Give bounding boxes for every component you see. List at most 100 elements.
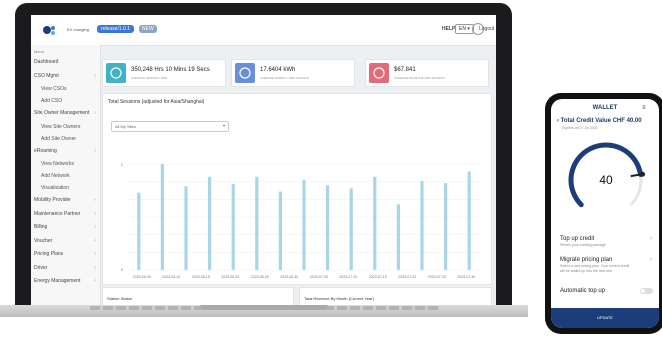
stat-value: $67.841 <box>394 67 416 73</box>
x-tick-label: 2023-06-15 <box>192 275 210 279</box>
automatic-top-up-option[interactable]: Automatic top up <box>560 288 605 294</box>
gauge-knob <box>640 171 646 177</box>
logo-text: EV charging <box>67 27 89 32</box>
dashboard-screen: EV charging release/1.0.1 NEW HELP EN ▾ … <box>31 15 496 307</box>
automatic-top-up-toggle[interactable] <box>640 288 653 294</box>
sidebar-item[interactable]: View CSOs <box>41 86 66 92</box>
chevron-left-icon: ‹ <box>94 210 96 217</box>
session-bar <box>278 191 282 270</box>
session-bar <box>231 184 235 270</box>
sidebar-item[interactable]: Add CSO <box>41 98 62 104</box>
station-status-panel: Station Status <box>102 287 294 307</box>
top-bar: EV charging release/1.0.1 NEW HELP EN ▾ … <box>31 15 496 46</box>
x-tick-label: 2023-07-05 <box>310 275 328 279</box>
phone-frame: WALLET ≡ ‹ Total Credit Value CHF 40.00 … <box>545 93 662 334</box>
sidebar-item[interactable]: Site Owner Management <box>34 110 89 116</box>
sidebar-item[interactable]: Mobility Provider <box>34 197 71 203</box>
new-badge: NEW <box>139 25 157 33</box>
gauge-value: 40 <box>599 173 613 187</box>
credit-title-text: Total Credit Value CHF 40.00 <box>560 118 642 124</box>
stat-label: AVERAGE ENERGY PER SESSION <box>260 76 309 80</box>
session-bar <box>349 188 353 270</box>
top-up-credit-option[interactable]: Top up credit <box>560 236 594 242</box>
session-bar <box>373 176 377 270</box>
toggle-knob <box>641 289 645 293</box>
sidebar-item[interactable]: Billing <box>34 224 47 230</box>
station-status-title: Station Status <box>107 296 132 301</box>
sidebar-item[interactable]: CSO Mgmt <box>34 73 59 79</box>
x-tick-label: 2023-07-10 <box>339 275 357 279</box>
menu-icon[interactable]: ≡ <box>642 105 646 111</box>
update-button[interactable]: UPDATE <box>551 308 659 328</box>
chevron-left-icon: ‹ <box>94 197 96 203</box>
logo-icon <box>43 26 55 35</box>
credit-gauge: 40 <box>568 142 646 208</box>
y-tick-label: 1 <box>121 162 124 167</box>
session-bar <box>184 186 188 270</box>
top-up-credit-subtitle: Renew your existing package <box>560 243 606 247</box>
session-bar <box>420 180 424 270</box>
chevron-right-icon: › <box>650 236 652 242</box>
session-bar <box>467 171 471 270</box>
session-bar <box>208 176 212 270</box>
logout-link[interactable]: Logout <box>479 26 494 32</box>
sidebar-item[interactable]: Energy Management <box>34 278 80 284</box>
migrate-plan-option[interactable]: Migrate pricing plan <box>560 257 612 263</box>
stat-value: 17.6404 kWh <box>260 67 296 73</box>
revenue-by-month-title: Total Revenue By Month (Current Year) <box>304 296 374 301</box>
stat-value: 350,248 Hrs 10 Mins 19 Secs <box>131 67 210 73</box>
session-bar <box>160 164 164 270</box>
sidebar-item[interactable]: Driver <box>34 265 47 271</box>
sidebar-item[interactable]: Add Network <box>41 173 70 179</box>
sidebar-item[interactable]: Maintenance Partner <box>34 211 80 217</box>
sidebar-item[interactable]: Add Site Owner <box>41 136 76 142</box>
sidebar-item[interactable]: Voucher <box>34 238 52 244</box>
migrate-plan-subtitle: Select a new pricing plan. Your current … <box>560 264 630 273</box>
sidebar-item[interactable]: View Networks <box>41 161 74 167</box>
stat-card: 350,248 Hrs 10 Mins 19 Secs AVERAGE SESSI… <box>102 59 226 87</box>
sidebar-item[interactable]: View Site Owners <box>41 124 80 130</box>
y-tick-label: 0 <box>121 267 124 272</box>
help-link[interactable]: HELP <box>442 26 455 32</box>
revenue-chart-icon <box>369 63 389 83</box>
version-badge: release/1.0.1 <box>97 25 134 33</box>
x-tick-label: 2023-07-30 <box>457 275 475 279</box>
chevron-left-icon: ‹ <box>94 237 96 244</box>
x-tick-label: 2023-06-09 <box>133 275 151 279</box>
x-tick-label: 2023-06-30 <box>280 275 298 279</box>
session-bar <box>444 183 448 270</box>
chevron-left-icon: ‹ <box>94 251 96 257</box>
credit-expiry: Expires on 07 Jul 2024 <box>562 126 598 130</box>
session-bar <box>137 192 141 270</box>
chevron-right-icon: › <box>650 257 652 263</box>
chevron-left-icon: ‹ <box>94 110 96 116</box>
sidebar-item[interactable]: Dashboard <box>34 59 58 65</box>
stat-label: AVERAGE REVENUE PER SESSION <box>394 76 445 80</box>
session-bar <box>255 176 259 270</box>
x-tick-label: 2023-07-25 <box>428 275 446 279</box>
sidebar-item[interactable]: Pricing Plans <box>34 251 63 257</box>
x-tick-label: 2023-06-10 <box>162 275 180 279</box>
x-tick-label: 2023-07-20 <box>398 275 416 279</box>
sidebar: Menu Dashboard CSO Mgmt ‹ View CSOs Add CSO Si… <box>31 45 101 307</box>
stat-card: 17.6404 kWh AVERAGE ENERGY PER SESSION <box>231 59 355 87</box>
chevron-left-icon: ‹ <box>94 278 96 284</box>
stat-card: $67.841 AVERAGE REVENUE PER SESSION <box>365 59 489 87</box>
x-tick-label: 2023-06-25 <box>251 275 269 279</box>
chevron-left-icon: ‹ <box>94 264 96 271</box>
power-icon <box>106 63 126 83</box>
laptop-lip <box>200 305 328 310</box>
chevron-left-icon: ‹ <box>94 72 96 79</box>
session-bar <box>396 204 400 270</box>
sessions-bar-chart: 0 1 2023-06-09 2023-06-10 2023-06-15 2023-06-… <box>121 162 481 279</box>
total-sessions-panel: Total Sessions (adjusted for Asia/Shangh… <box>102 93 492 285</box>
revenue-by-month-panel: Total Revenue By Month (Current Year) <box>299 287 492 307</box>
sidebar-item: Menu <box>34 49 45 54</box>
sidebar-item[interactable]: Visualization <box>41 185 69 191</box>
sidebar-item[interactable]: eRoaming <box>34 148 57 154</box>
phone-screen: WALLET ≡ ‹ Total Credit Value CHF 40.00 … <box>551 99 659 328</box>
chevron-left-icon: ‹ <box>94 147 96 154</box>
session-bar <box>326 185 330 270</box>
chevron-left-icon: ‹ <box>94 224 96 230</box>
x-tick-label: 2023-07-15 <box>369 275 387 279</box>
